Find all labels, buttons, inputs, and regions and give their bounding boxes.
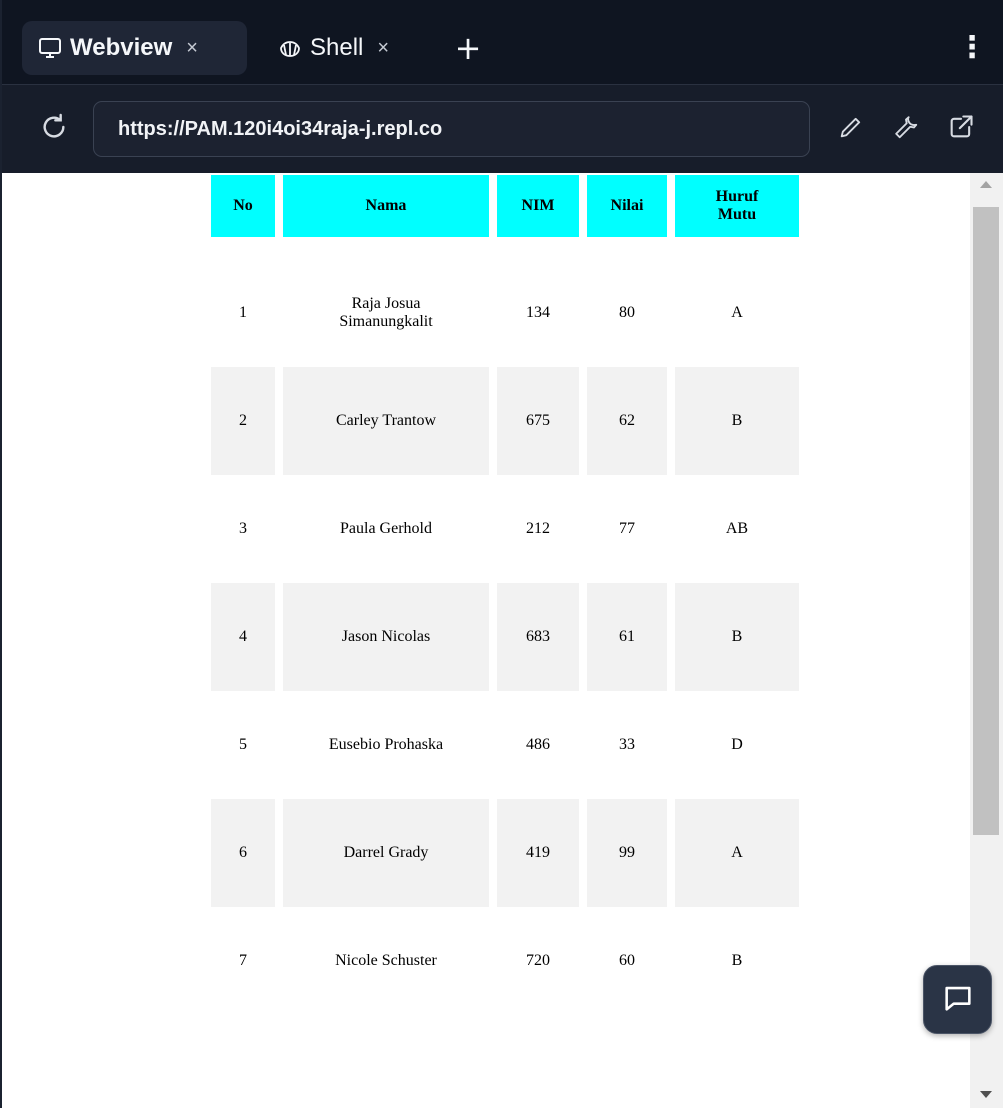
pencil-icon[interactable]	[837, 113, 865, 141]
header-huruf-mutu-label: Huruf Mutu	[715, 188, 759, 223]
cell-nilai: 62	[587, 367, 667, 475]
scroll-up-arrow-icon[interactable]	[980, 181, 992, 188]
header-nim: NIM	[497, 175, 579, 259]
wrench-icon[interactable]	[892, 113, 920, 141]
cell-nim: 675	[497, 367, 579, 475]
header-nama: Nama	[283, 175, 489, 259]
more-options-icon[interactable]: ⋮	[957, 30, 987, 70]
table-row: 4 Jason Nicolas 683 61 B	[211, 583, 799, 691]
cell-nama-text: Raja Josua Simanungkalit	[339, 295, 433, 330]
shell-icon	[278, 36, 302, 60]
cell-no: 2	[211, 367, 275, 475]
cell-no: 4	[211, 583, 275, 691]
cell-nim: 419	[497, 799, 579, 907]
header-huruf-mutu: Huruf Mutu	[675, 175, 799, 259]
cell-nama: Jason Nicolas	[283, 583, 489, 691]
table-row: 7 Nicole Schuster 720 60 B	[211, 907, 799, 1015]
cell-huruf: B	[731, 952, 743, 969]
cell-nilai: 99	[587, 799, 667, 907]
table-row: 1 Raja Josua Simanungkalit 134 80 A	[211, 259, 799, 367]
cell-nama: Nicole Schuster	[335, 952, 437, 969]
chat-bubble-icon	[941, 981, 975, 1019]
tab-webview[interactable]: Webview ×	[22, 21, 247, 75]
tab-shell-label: Shell	[310, 34, 364, 61]
external-link-icon[interactable]	[947, 113, 975, 141]
cell-nim: 212	[526, 520, 550, 537]
cell-nim: 683	[497, 583, 579, 691]
cell-nilai: 60	[619, 952, 635, 969]
scroll-down-arrow-icon[interactable]	[980, 1091, 992, 1098]
scrollbar-thumb[interactable]	[973, 207, 999, 835]
cell-nim: 720	[526, 952, 550, 969]
chat-button[interactable]	[923, 965, 992, 1034]
cell-huruf: B	[675, 583, 799, 691]
header-nilai: Nilai	[587, 175, 667, 259]
cell-no: 6	[211, 799, 275, 907]
cell-no: 5	[239, 736, 247, 753]
address-bar: https://PAM.120i4oi34raja-j.repl.co	[2, 85, 1003, 173]
tab-shell[interactable]: Shell ×	[270, 21, 430, 75]
tab-webview-close-icon[interactable]: ×	[186, 37, 198, 60]
url-field[interactable]: https://PAM.120i4oi34raja-j.repl.co	[93, 101, 810, 157]
cell-nilai: 33	[619, 736, 635, 753]
cell-nama: Eusebio Prohaska	[328, 736, 444, 753]
header-no: No	[211, 175, 275, 259]
reload-icon[interactable]	[38, 111, 70, 143]
cell-nim: 486	[526, 736, 550, 753]
cell-nilai: 80	[619, 304, 635, 321]
webview-content: No Nama NIM Nilai Huruf Mutu 1 Raja Josu…	[4, 173, 970, 1108]
grades-table: No Nama NIM Nilai Huruf Mutu 1 Raja Josu…	[203, 175, 807, 1015]
tab-webview-label: Webview	[70, 34, 173, 61]
cell-no: 1	[239, 304, 247, 321]
cell-huruf: A	[731, 304, 743, 321]
cell-no: 3	[239, 520, 247, 537]
cell-huruf: AB	[725, 520, 749, 537]
cell-no: 7	[239, 952, 247, 969]
cell-nama: Paula Gerhold	[340, 520, 432, 537]
cell-nim: 134	[526, 304, 550, 321]
add-tab-button[interactable]: +	[450, 28, 486, 68]
tab-shell-close-icon[interactable]: ×	[377, 37, 389, 60]
cell-nilai: 77	[619, 520, 635, 537]
table-row: 2 Carley Trantow 675 62 B	[211, 367, 799, 475]
cell-huruf: B	[675, 367, 799, 475]
table-row: 3 Paula Gerhold 212 77 AB	[211, 475, 799, 583]
cell-nama: Raja Josua Simanungkalit	[283, 259, 489, 367]
replit-webview-window: Webview × Shell × + ⋮ https://PAM.120i4o…	[0, 0, 1003, 1108]
cell-nama: Darrel Grady	[283, 799, 489, 907]
cell-nilai: 61	[587, 583, 667, 691]
cell-nama: Carley Trantow	[283, 367, 489, 475]
cell-huruf: A	[675, 799, 799, 907]
table-header-row: No Nama NIM Nilai Huruf Mutu	[211, 175, 799, 259]
cell-huruf: D	[731, 736, 743, 753]
table-row: 6 Darrel Grady 419 99 A	[211, 799, 799, 907]
table-row: 5 Eusebio Prohaska 486 33 D	[211, 691, 799, 799]
monitor-icon	[38, 36, 62, 60]
tab-bar: Webview × Shell × + ⋮	[2, 0, 1003, 85]
